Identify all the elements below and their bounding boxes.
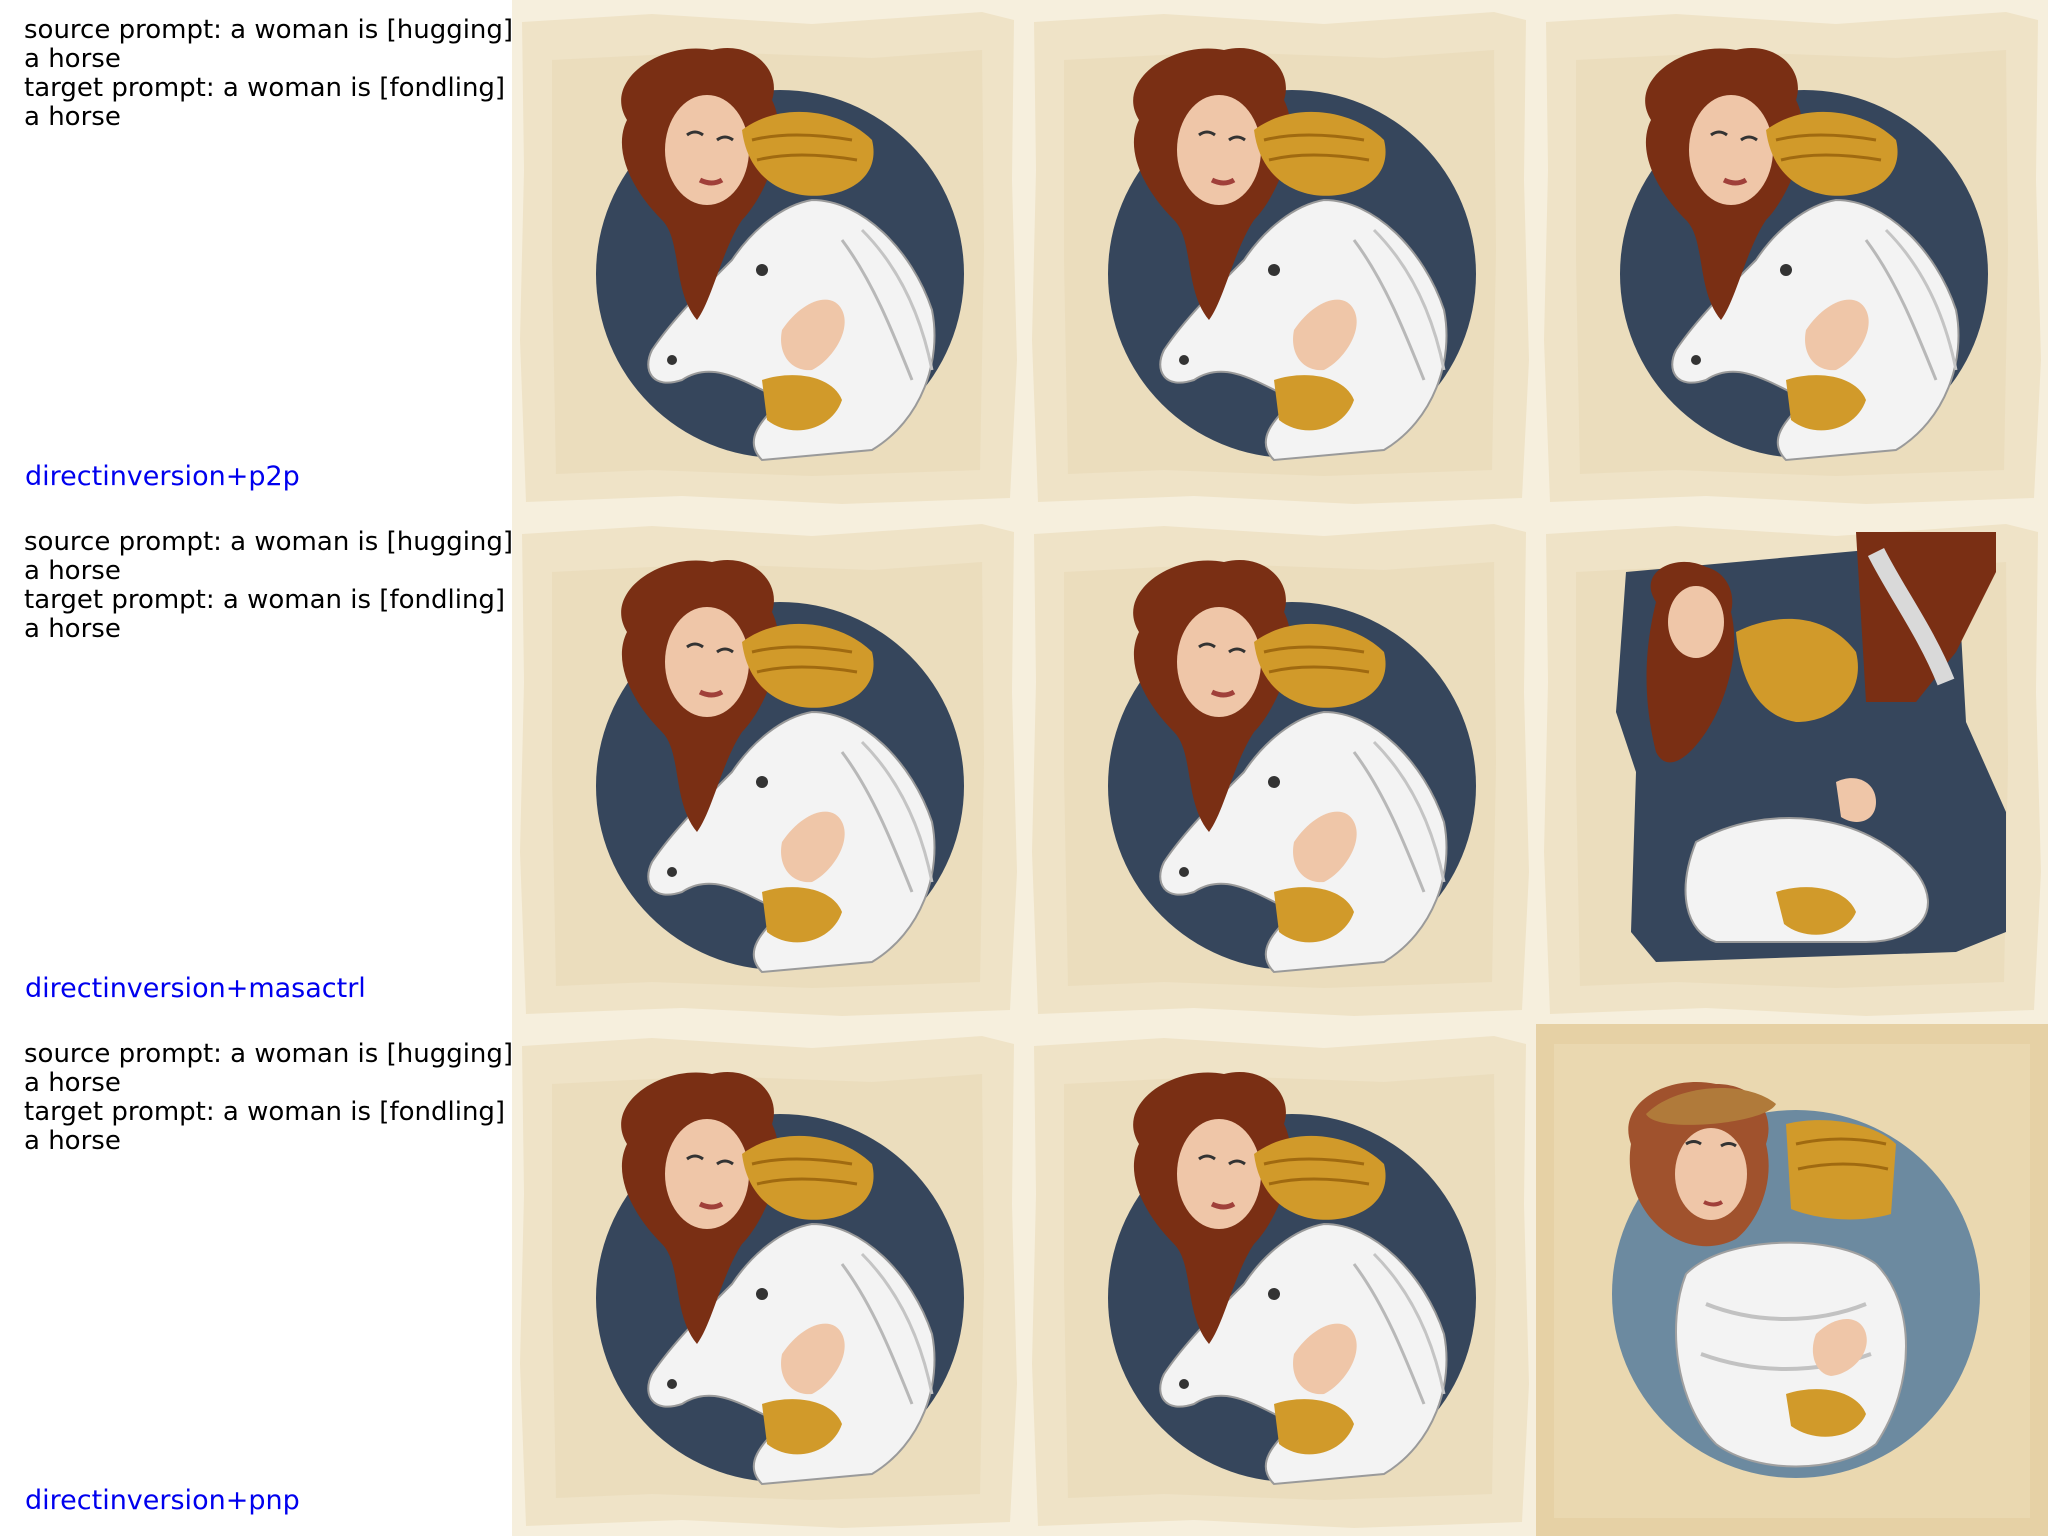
illustration xyxy=(1536,0,2048,512)
illustration xyxy=(1024,512,1536,1024)
result-row: source prompt: a woman is [hugging] a ho… xyxy=(0,1024,2048,1536)
illustration xyxy=(1024,1024,1536,1536)
illustration xyxy=(1536,1024,2048,1536)
method-label: directinversion+masactrl xyxy=(25,973,366,1004)
reconstruction-image xyxy=(1024,0,1536,512)
row-caption: source prompt: a woman is [hugging] a ho… xyxy=(0,512,514,1024)
prompt-block: source prompt: a woman is [hugging] a ho… xyxy=(24,16,514,132)
prompt-block: source prompt: a woman is [hugging] a ho… xyxy=(24,528,514,644)
row-caption: source prompt: a woman is [hugging] a ho… xyxy=(0,0,514,512)
reconstruction-image xyxy=(1024,1024,1536,1536)
method-label: directinversion+pnp xyxy=(25,1485,300,1516)
edited-image xyxy=(1536,512,2048,1024)
target-prompt: target prompt: a woman is [fondling] a h… xyxy=(24,585,506,644)
row-caption: source prompt: a woman is [hugging] a ho… xyxy=(0,1024,514,1536)
source-prompt: source prompt: a woman is [hugging] a ho… xyxy=(24,527,514,586)
edited-image xyxy=(1536,1024,2048,1536)
comparison-grid: source prompt: a woman is [hugging] a ho… xyxy=(0,0,2048,1536)
target-prompt: target prompt: a woman is [fondling] a h… xyxy=(24,1097,506,1156)
source-image xyxy=(512,0,1024,512)
source-prompt: source prompt: a woman is [hugging] a ho… xyxy=(24,1039,514,1098)
reconstruction-image xyxy=(1024,512,1536,1024)
method-label: directinversion+p2p xyxy=(25,461,300,492)
target-prompt: target prompt: a woman is [fondling] a h… xyxy=(24,73,506,132)
source-image xyxy=(512,512,1024,1024)
source-image xyxy=(512,1024,1024,1536)
illustration xyxy=(512,512,1024,1024)
result-row: source prompt: a woman is [hugging] a ho… xyxy=(0,512,2048,1024)
illustration xyxy=(512,0,1024,512)
illustration xyxy=(1024,0,1536,512)
source-prompt: source prompt: a woman is [hugging] a ho… xyxy=(24,15,514,74)
result-row: source prompt: a woman is [hugging] a ho… xyxy=(0,0,2048,512)
illustration xyxy=(512,1024,1024,1536)
prompt-block: source prompt: a woman is [hugging] a ho… xyxy=(24,1040,514,1156)
edited-image xyxy=(1536,0,2048,512)
illustration xyxy=(1536,512,2048,1024)
